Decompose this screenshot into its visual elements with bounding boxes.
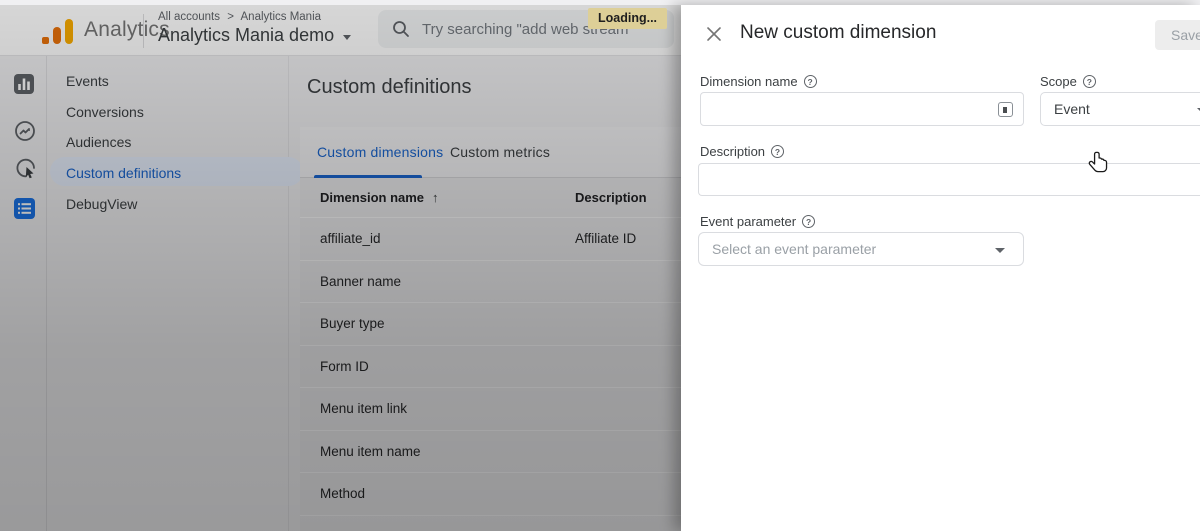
event-parameter-select[interactable]: Select an event parameter [698,232,1024,266]
lifecycle-icon[interactable] [14,120,36,142]
logo-bar [65,19,73,44]
product-name: Analytics [84,18,170,42]
table-row[interactable]: Menu item link [300,387,740,430]
sidebar-item-conversions[interactable]: Conversions [47,96,289,127]
chevron-down-icon [995,248,1005,253]
new-custom-dimension-panel: New custom dimension Save Dimension name… [681,5,1200,531]
table-row-partial [300,515,740,531]
tab-custom-dimensions[interactable]: Custom dimensions [317,144,443,160]
event-parameter-label: Event parameter ? [700,214,815,229]
dimension-name-field[interactable] [700,92,1024,126]
logo-bar [53,27,61,44]
description-field[interactable] [698,163,1200,196]
chevron-down-icon [343,35,351,40]
column-header-dimension-name[interactable]: Dimension name [320,190,424,205]
header-divider [143,14,144,48]
description-input[interactable] [699,164,1200,195]
sidebar-item-custom-definitions[interactable]: Custom definitions [47,157,289,188]
breadcrumb-item[interactable]: All accounts [158,11,220,23]
property-name: Analytics Mania demo [158,25,334,46]
table-row[interactable]: Menu item name [300,430,740,473]
sidebar-nav: Events Conversions Audiences Custom defi… [47,56,289,531]
configure-icon[interactable] [14,198,35,219]
table-row[interactable]: affiliate_id Affiliate ID [300,217,740,260]
analytics-logo-icon[interactable] [40,16,76,46]
table-body: affiliate_id Affiliate ID Banner name Bu… [300,217,740,531]
search-icon [392,20,410,38]
description-label: Description ? [700,144,784,159]
table-row[interactable]: Method [300,472,740,515]
table-row[interactable]: Buyer type [300,302,740,345]
tab-custom-metrics[interactable]: Custom metrics [450,144,550,160]
advertising-click-icon[interactable] [14,156,38,180]
sidebar-item-debugview[interactable]: DebugView [47,188,289,219]
table-row[interactable]: Form ID [300,345,740,388]
scope-select[interactable]: Event [1040,92,1200,126]
close-icon [706,26,722,42]
help-icon[interactable]: ? [804,75,817,88]
sidebar-item-events[interactable]: Events [47,65,289,96]
help-icon[interactable]: ? [802,215,815,228]
page-title: Custom definitions [307,76,472,99]
table-row[interactable]: Banner name [300,260,740,303]
help-icon[interactable]: ? [771,145,784,158]
sidebar-icon-rail [0,56,47,531]
scope-label: Scope ? [1040,74,1096,89]
save-button[interactable]: Save [1155,20,1200,50]
logo-dot [42,37,49,44]
reports-icon[interactable] [14,74,34,94]
dimension-name-input[interactable] [701,93,1023,125]
sidebar-item-audiences[interactable]: Audiences [47,126,289,157]
sort-ascending-icon[interactable]: ↑ [432,190,439,205]
help-icon[interactable]: ? [1083,75,1096,88]
breadcrumb-separator: > [227,11,234,23]
table-header-row: Dimension name ↑ Description [300,178,740,217]
close-button[interactable] [700,20,728,48]
tab-bar: Custom dimensions Custom metrics [300,127,740,178]
autofill-icon[interactable] [998,102,1013,117]
breadcrumb-item[interactable]: Analytics Mania [241,11,322,23]
loading-tooltip: Loading... [588,8,667,29]
active-tab-indicator [314,175,422,178]
property-selector[interactable]: Analytics Mania demo [158,25,351,46]
breadcrumb[interactable]: All accounts > Analytics Mania [158,11,325,23]
custom-definitions-card: Custom dimensions Custom metrics Dimensi… [300,127,740,531]
panel-title: New custom dimension [740,22,936,44]
dimension-name-label: Dimension name ? [700,74,817,89]
